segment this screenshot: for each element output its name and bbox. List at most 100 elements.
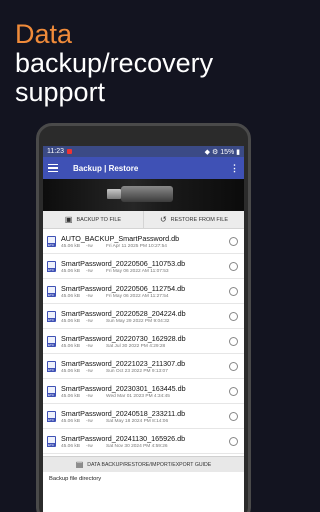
phone-frame: 11:23 ◆ ⚙ 15% ▮ Backup | Restore ⋮ ▣ BAC… (36, 123, 251, 512)
backup-to-file-button[interactable]: ▣ BACKUP TO FILE (43, 211, 144, 228)
select-radio[interactable] (229, 336, 238, 346)
more-options-icon[interactable]: ⋮ (230, 163, 239, 174)
menu-icon[interactable] (48, 163, 58, 173)
save-icon: ▣ (64, 215, 73, 224)
action-row: ▣ BACKUP TO FILE ↺ RESTORE FROM FILE (43, 211, 244, 229)
file-meta: 45.06 kB -rw Sun Oct 23 2022 PM 9:13:07 (61, 369, 225, 374)
select-radio[interactable] (229, 236, 238, 246)
file-permissions: -rw (86, 318, 93, 324)
file-info: SmartPassword_20220506_110753.db 45.06 kB… (61, 259, 225, 274)
status-indicators: ◆ ⚙ 15% ▮ (204, 148, 240, 156)
promo-line-1: Data (15, 19, 73, 49)
list-item[interactable]: SmartPassword_20220506_110753.db45.06 kB… (43, 254, 244, 279)
file-permissions: -rw (86, 243, 93, 249)
select-radio[interactable] (229, 286, 238, 296)
select-radio[interactable] (229, 436, 238, 446)
file-meta: 45.06 kB -rw Wed Mar 01 2023 PM 4:34:45 (61, 394, 225, 399)
restore-icon: ↺ (159, 215, 167, 224)
file-permissions: -rw (86, 268, 93, 274)
backup-file-list: AUTO_BACKUP_SmartPassword.db45.06 kB-rwF… (43, 229, 244, 456)
file-meta: 45.06 kB -rw Fri May 06 2022 AM 11:07:53 (61, 269, 225, 274)
file-icon (47, 360, 56, 372)
file-date: Fri Apr 11 2025 PM 10:27:54 (106, 243, 167, 249)
list-item[interactable]: SmartPassword_20220506_112754.db45.06 kB… (43, 279, 244, 304)
file-date: Sun Oct 23 2022 PM 9:13:07 (106, 368, 168, 374)
file-icon (47, 260, 56, 272)
document-icon: ▤ (75, 460, 84, 469)
file-info: SmartPassword_20220506_112754.db 45.06 kB… (61, 284, 225, 299)
file-date: Fri May 06 2022 AM 11:27:54 (106, 293, 169, 299)
file-name: SmartPassword_20221023_211307.db (61, 358, 186, 368)
restore-from-file-button[interactable]: ↺ RESTORE FROM FILE (144, 211, 244, 228)
file-meta: 45.06 kB -rw Sat Nov 30 2024 PM 4:59:26 (61, 444, 225, 449)
file-info: SmartPassword_20230301_163445.db 45.06 kB… (61, 384, 225, 399)
file-icon (47, 335, 56, 347)
file-size: 45.06 kB (61, 293, 80, 299)
file-permissions: -rw (86, 393, 93, 399)
file-size: 45.06 kB (61, 268, 80, 274)
app-toolbar: Backup | Restore ⋮ (43, 157, 244, 179)
file-size: 45.06 kB (61, 393, 80, 399)
file-meta: 45.06 kB -rw Fri May 06 2022 AM 11:27:54 (61, 294, 225, 299)
directory-label: Backup file directory (49, 476, 102, 482)
file-info: SmartPassword_20240518_233211.db 45.06 kB… (61, 409, 225, 424)
file-icon (47, 385, 56, 397)
file-size: 45.06 kB (61, 243, 80, 249)
restore-label: RESTORE FROM FILE (170, 216, 229, 223)
file-name: SmartPassword_20230301_163445.db (61, 383, 186, 393)
notification-icon (67, 149, 72, 154)
guide-button[interactable]: ▤ DATA BACKUP/RESTORE/IMPORT/EXPORT GUID… (43, 456, 244, 472)
file-info: SmartPassword_20221023_211307.db 45.06 kB… (61, 359, 225, 374)
file-permissions: -rw (86, 368, 93, 374)
file-size: 45.06 kB (61, 418, 80, 424)
status-time: 11:23 (47, 148, 64, 155)
page-title: Backup | Restore (73, 163, 139, 173)
file-date: Sat Nov 30 2024 PM 4:59:26 (106, 443, 168, 449)
app-screen: 11:23 ◆ ⚙ 15% ▮ Backup | Restore ⋮ ▣ BAC… (43, 146, 244, 512)
file-date: Sat Jul 30 2022 PM 4:29:28 (106, 343, 166, 349)
status-bar: 11:23 ◆ ⚙ 15% ▮ (43, 146, 244, 157)
file-info: SmartPassword_20241130_165926.db 45.06 kB… (61, 434, 225, 449)
file-icon (47, 235, 56, 247)
file-permissions: -rw (86, 418, 93, 424)
usb-drive-image (107, 186, 173, 202)
list-item[interactable]: SmartPassword_20230301_163445.db45.06 kB… (43, 379, 244, 404)
guide-label: DATA BACKUP/RESTORE/IMPORT/EXPORT GUIDE (87, 461, 212, 468)
file-permissions: -rw (86, 293, 93, 299)
list-item[interactable]: SmartPassword_20220528_204224.db45.06 kB… (43, 304, 244, 329)
file-icon (47, 285, 56, 297)
file-permissions: -rw (86, 343, 93, 349)
file-size: 45.06 kB (61, 343, 80, 349)
file-permissions: -rw (86, 443, 93, 449)
select-radio[interactable] (229, 261, 238, 271)
file-name: SmartPassword_20240518_233211.db (61, 408, 186, 418)
list-item[interactable]: SmartPassword_20220730_162928.db45.06 kB… (43, 329, 244, 354)
file-date: Fri May 06 2022 AM 11:07:53 (106, 268, 169, 274)
promo-heading: Data backup/recovery support (15, 20, 213, 107)
select-radio[interactable] (229, 386, 238, 396)
file-size: 45.06 kB (61, 318, 80, 324)
file-meta: 45.06 kB -rw Fri Apr 11 2025 PM 10:27:54 (61, 244, 225, 249)
file-info: SmartPassword_20220528_204224.db 45.06 kB… (61, 309, 225, 324)
backup-label: BACKUP TO FILE (76, 216, 122, 223)
file-name: SmartPassword_20220506_110753.db (61, 258, 186, 268)
file-name: SmartPassword_20220528_204224.db (61, 308, 186, 318)
promo-line-3: support (15, 77, 106, 107)
select-radio[interactable] (229, 311, 238, 321)
file-info: SmartPassword_20220730_162928.db 45.06 kB… (61, 334, 225, 349)
file-name: SmartPassword_20241130_165926.db (61, 433, 186, 443)
file-meta: 45.06 kB -rw Sun May 29 2022 PM 9:04:32 (61, 319, 225, 324)
file-meta: 45.06 kB -rw Sat Jul 30 2022 PM 4:29:28 (61, 344, 225, 349)
select-radio[interactable] (229, 361, 238, 371)
list-item[interactable]: AUTO_BACKUP_SmartPassword.db45.06 kB -rw F… (43, 229, 244, 254)
usb-banner-image (43, 179, 244, 211)
file-size: 45.06 kB (61, 443, 80, 449)
file-name: AUTO_BACKUP_SmartPassword.db (61, 233, 180, 243)
select-radio[interactable] (229, 411, 238, 421)
file-date: Wed Mar 01 2023 PM 4:34:45 (106, 393, 170, 399)
file-info: AUTO_BACKUP_SmartPassword.db 45.06 kB -rw F… (61, 234, 225, 249)
list-item[interactable]: SmartPassword_20241130_165926.db45.06 kB… (43, 429, 244, 454)
list-item[interactable]: SmartPassword_20240518_233211.db45.06 kB… (43, 404, 244, 429)
file-size: 45.06 kB (61, 368, 80, 374)
list-item[interactable]: SmartPassword_20221023_211307.db45.06 kB… (43, 354, 244, 379)
